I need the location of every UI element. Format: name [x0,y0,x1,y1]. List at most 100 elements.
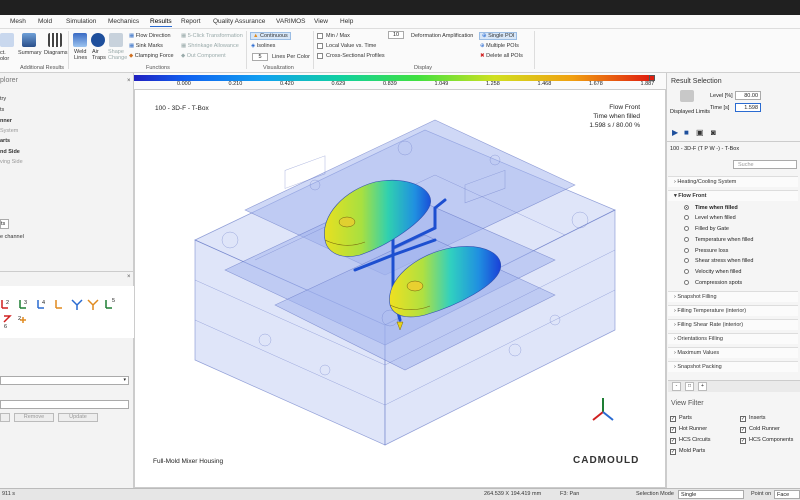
chevron-right-icon: › [674,364,676,370]
minus-button[interactable]: - [672,382,681,391]
radio-selected [684,205,689,210]
flow-item-level-when-filled[interactable]: Level when filled [684,215,800,221]
explorer-close-icon[interactable]: × [127,78,131,84]
local-value-checkbox[interactable] [317,43,323,49]
radio [684,215,689,220]
shape-change-icon[interactable] [109,33,123,47]
filter-label: Mold Parts [679,448,706,454]
tree-item-moving-side[interactable]: ving Side [0,159,23,165]
section-maximum-values[interactable]: › Maximum Values [668,347,798,358]
stop-icon[interactable]: ■ [684,128,689,137]
time-input[interactable]: 1.598 [735,103,761,112]
square-button[interactable]: □ [685,382,694,391]
shrinkage-button[interactable]: ▦ Shrinkage Allowance [181,43,239,49]
menu-results[interactable]: Results [150,18,172,27]
tree-item-mold-parts[interactable]: arts [0,138,10,144]
filter-inserts[interactable]: ✓ Inserts [740,415,798,422]
tree-item-runner[interactable]: nner [0,118,12,124]
filter-mold-parts[interactable]: ✓ Mold Parts [670,448,798,455]
flow-item-filled-by-gate[interactable]: Filled by Gate [684,226,800,232]
level-input[interactable]: 80.00 [735,91,761,100]
lines-per-color-input[interactable]: 5 [252,53,268,61]
delete-pois-button[interactable]: ✖ Delete all POIs [480,53,523,59]
sink-marks-button[interactable]: ▦ Sink Marks [129,43,163,49]
flow-item-velocity[interactable]: Velocity when filled [684,269,800,275]
weld-lines-icon[interactable] [73,33,87,47]
camera-icon[interactable]: ◙ [711,128,716,137]
record-icon[interactable]: ▣ [696,128,704,137]
chevron-right-icon: › [674,294,676,300]
left-text-input[interactable] [0,400,129,409]
tree-item-parts[interactable]: ts [0,107,4,113]
flow-item-pressure-loss[interactable]: Pressure loss [684,248,800,254]
menu-help[interactable]: Help [340,18,353,25]
continuous-button[interactable]: ▲ Continuous [250,32,291,40]
tools-close-icon[interactable]: × [127,274,131,280]
tree-item-system[interactable]: System [0,128,18,134]
flow-item-temperature[interactable]: Temperature when filled [684,237,800,243]
search-input[interactable]: Suche [733,160,797,169]
menu-varimos[interactable]: VARIMOS [276,18,306,25]
cross-sectional-checkbox[interactable] [317,53,323,59]
filter-hcs-components[interactable]: ✓ HCS Components [740,437,798,444]
flow-direction-label: Flow Direction [135,33,171,39]
radio [684,258,689,263]
section-filling-shear-rate[interactable]: › Filling Shear Rate (interior) [668,319,798,330]
displayed-limits-icon[interactable] [680,90,694,102]
check-icon: ✓ [740,438,746,444]
menu-mechanics[interactable]: Mechanics [108,18,139,25]
out-component-label: Out Component [186,53,226,59]
3d-viewport[interactable]: 100 - 3D-F - T-Box Flow Front Time when … [134,89,666,488]
multiple-pois-button[interactable]: ⊕ Multiple POIs [480,43,519,49]
deformation-amplification-input[interactable]: 10 [388,31,404,39]
color-icon[interactable] [0,33,14,47]
diagrams-icon[interactable] [48,33,62,47]
section-orientations-filling[interactable]: › Orientations Filling [668,333,798,344]
menu-simulation[interactable]: Simulation [66,18,96,25]
point-on-select[interactable]: Face [774,490,800,499]
min-max-checkbox[interactable] [317,33,323,39]
flow-direction-button[interactable]: ▦ Flow Direction [129,33,171,39]
section-filling-temperature[interactable]: › Filling Temperature (interior) [668,305,798,316]
five-click-button[interactable]: ▦ 5-Click Transformation [181,33,243,39]
summary-icon[interactable] [22,33,36,47]
continuous-label: Continuous [259,33,288,39]
selection-mode-select[interactable]: Single [678,490,744,499]
update-button[interactable]: Update [58,413,98,422]
play-icon[interactable]: ▶ [672,128,678,137]
menu-report[interactable]: Report [181,18,201,25]
single-poi-button[interactable]: ⊕ Single POI [479,32,518,40]
out-component-button[interactable]: ◆ Out Component [181,53,226,59]
left-dropdown[interactable]: ▾ [0,376,129,385]
plus-button[interactable]: + [698,382,707,391]
air-traps-icon[interactable] [91,33,105,47]
menu-mold[interactable]: Mold [38,18,52,25]
section-snapshot-packing[interactable]: › Snapshot Packing [668,361,798,372]
filter-label: HCS Circuits [679,437,711,443]
air-traps-button[interactable]: Air Traps [92,49,106,61]
summary-button[interactable]: Summary [18,50,42,56]
isolines-button[interactable]: ◈ Isolines [251,43,275,49]
weld-lines-button[interactable]: Weld Lines [74,49,87,61]
left-add-button[interactable] [0,413,10,422]
section-flow-front[interactable]: ▾ Flow Front [668,190,798,201]
flow-item-compression-spots[interactable]: Compression spots [684,280,800,286]
channel-label: e channel [0,234,24,240]
menu-quality-assurance[interactable]: Quality Assurance [213,18,265,25]
tree-item-geometry[interactable]: try [0,96,6,102]
shape-change-button[interactable]: Shape Change [108,49,127,61]
section-heating-cooling[interactable]: › Heating/Cooling System [668,176,798,187]
filter-cold-runner[interactable]: ✓ Cold Runner [740,426,798,433]
displayed-limits-label: Displayed Limits [670,109,711,115]
tree-item-fixed-side[interactable]: nd Side [0,149,20,155]
flow-item-time-when-filled[interactable]: Time when filled [684,205,800,211]
menu-mesh[interactable]: Mesh [10,18,26,25]
diagrams-button[interactable]: Diagrams [44,50,68,56]
remove-button[interactable]: Remove [14,413,54,422]
left-small-button[interactable]: ts [0,219,9,229]
flow-item-shear-stress[interactable]: Shear stress when filled [684,258,800,264]
menu-view[interactable]: View [314,18,328,25]
flow-item-label: Pressure loss [695,248,729,254]
clamping-force-button[interactable]: ◆ Clamping Force [129,53,174,59]
section-snapshot-filling[interactable]: › Snapshot Filling [668,291,798,302]
